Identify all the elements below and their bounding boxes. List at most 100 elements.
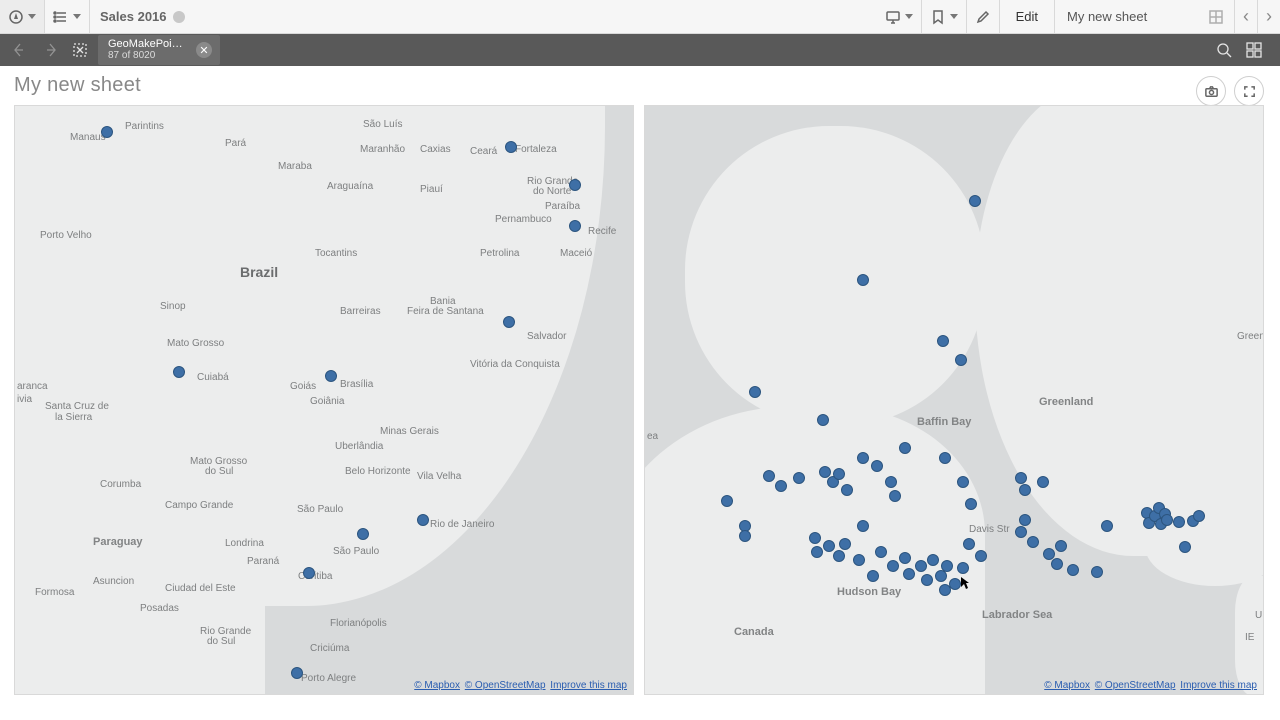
sheet-name-label: My new sheet [1067, 9, 1147, 24]
attrib-improve[interactable]: Improve this map [1180, 680, 1257, 691]
map-point[interactable] [1037, 476, 1049, 488]
sheet-float-actions [1196, 76, 1264, 106]
map-point[interactable] [1067, 564, 1079, 576]
attrib-osm[interactable]: © OpenStreetMap [465, 680, 546, 691]
toolbar-left: Sales 2016 [0, 0, 195, 33]
map-point[interactable] [1055, 540, 1067, 552]
map-point[interactable] [1091, 566, 1103, 578]
map-point[interactable] [885, 476, 897, 488]
story-dropdown[interactable] [877, 0, 922, 33]
map-point[interactable] [969, 195, 981, 207]
map-point[interactable] [857, 452, 869, 464]
selection-forward-button[interactable] [38, 38, 62, 62]
map-point[interactable] [1173, 516, 1185, 528]
map-point[interactable] [503, 316, 515, 328]
selection-clear-button[interactable] [68, 38, 92, 62]
map-point[interactable] [417, 514, 429, 526]
list-dropdown[interactable] [45, 0, 90, 33]
map-point[interactable] [505, 141, 517, 153]
map-point[interactable] [291, 667, 303, 679]
map-point[interactable] [899, 552, 911, 564]
map-point[interactable] [857, 274, 869, 286]
attrib-mapbox[interactable]: © Mapbox [414, 680, 460, 691]
map-point[interactable] [955, 354, 967, 366]
map-point[interactable] [809, 532, 821, 544]
attrib-mapbox[interactable]: © Mapbox [1044, 680, 1090, 691]
map-point[interactable] [875, 546, 887, 558]
map-point[interactable] [817, 414, 829, 426]
map-point[interactable] [749, 386, 761, 398]
attrib-improve[interactable]: Improve this map [550, 680, 627, 691]
map-point[interactable] [941, 560, 953, 572]
map-point[interactable] [357, 528, 369, 540]
map-point[interactable] [1015, 526, 1027, 538]
map-point[interactable] [101, 126, 113, 138]
snapshot-button[interactable] [1196, 76, 1226, 106]
map-arctic[interactable]: © Mapbox © OpenStreetMap Improve this ma… [644, 105, 1264, 695]
map-point[interactable] [325, 370, 337, 382]
nav-dropdown[interactable] [0, 0, 45, 33]
map-point[interactable] [1019, 514, 1031, 526]
selections-tool-button[interactable] [1242, 38, 1266, 62]
map-point[interactable] [763, 470, 775, 482]
map-point[interactable] [721, 495, 733, 507]
map-point[interactable] [1161, 514, 1173, 526]
map-point[interactable] [833, 550, 845, 562]
map-point[interactable] [903, 568, 915, 580]
bookmark-dropdown[interactable] [922, 0, 967, 33]
map-point[interactable] [569, 220, 581, 232]
map-point[interactable] [1019, 484, 1031, 496]
map-point[interactable] [1101, 520, 1113, 532]
map-point[interactable] [871, 460, 883, 472]
map-point[interactable] [957, 476, 969, 488]
map-point[interactable] [841, 484, 853, 496]
map-point[interactable] [937, 335, 949, 347]
map-point[interactable] [867, 570, 879, 582]
map-point[interactable] [1179, 541, 1191, 553]
fullscreen-button[interactable] [1234, 76, 1264, 106]
map-point[interactable] [899, 442, 911, 454]
map-point[interactable] [915, 560, 927, 572]
map-point[interactable] [793, 472, 805, 484]
map-point[interactable] [975, 550, 987, 562]
sheet-name-box[interactable]: My new sheet [1055, 0, 1235, 33]
prev-sheet-button[interactable]: ‹ [1235, 0, 1258, 33]
map-point[interactable] [963, 538, 975, 550]
map-point[interactable] [857, 520, 869, 532]
selection-chip[interactable]: GeoMakePoint(L... 87 of 8020 ✕ [98, 35, 220, 65]
map-point[interactable] [569, 179, 581, 191]
map-label: Labrador Sea [982, 609, 1052, 621]
map-point[interactable] [739, 530, 751, 542]
next-sheet-button[interactable]: › [1258, 0, 1280, 33]
toolbar-right: Edit My new sheet ‹ › [877, 0, 1280, 33]
edit-button[interactable]: Edit [1000, 0, 1055, 33]
map-point[interactable] [173, 366, 185, 378]
map-brazil[interactable]: © Mapbox © OpenStreetMap Improve this ma… [14, 105, 634, 695]
attrib-osm[interactable]: © OpenStreetMap [1095, 680, 1176, 691]
map-point[interactable] [839, 538, 851, 550]
map-point[interactable] [949, 578, 961, 590]
search-button[interactable] [1212, 38, 1236, 62]
selection-count: 87 of 8020 [108, 50, 188, 62]
map-point[interactable] [775, 480, 787, 492]
map-point[interactable] [927, 554, 939, 566]
map-point[interactable] [1015, 472, 1027, 484]
map-point[interactable] [921, 574, 933, 586]
map-point[interactable] [823, 540, 835, 552]
map-point[interactable] [811, 546, 823, 558]
selection-back-button[interactable] [8, 38, 32, 62]
chevron-down-icon [950, 14, 958, 19]
map-point[interactable] [965, 498, 977, 510]
map-point[interactable] [939, 452, 951, 464]
map-point[interactable] [853, 554, 865, 566]
map-point[interactable] [1027, 536, 1039, 548]
edit-pencil[interactable] [967, 0, 1000, 33]
map-point[interactable] [889, 490, 901, 502]
selection-chip-close[interactable]: ✕ [196, 42, 212, 58]
map-point[interactable] [1051, 558, 1063, 570]
map-point[interactable] [1193, 510, 1205, 522]
map-point[interactable] [833, 468, 845, 480]
map-point[interactable] [957, 562, 969, 574]
map-point[interactable] [303, 567, 315, 579]
map-point[interactable] [887, 560, 899, 572]
